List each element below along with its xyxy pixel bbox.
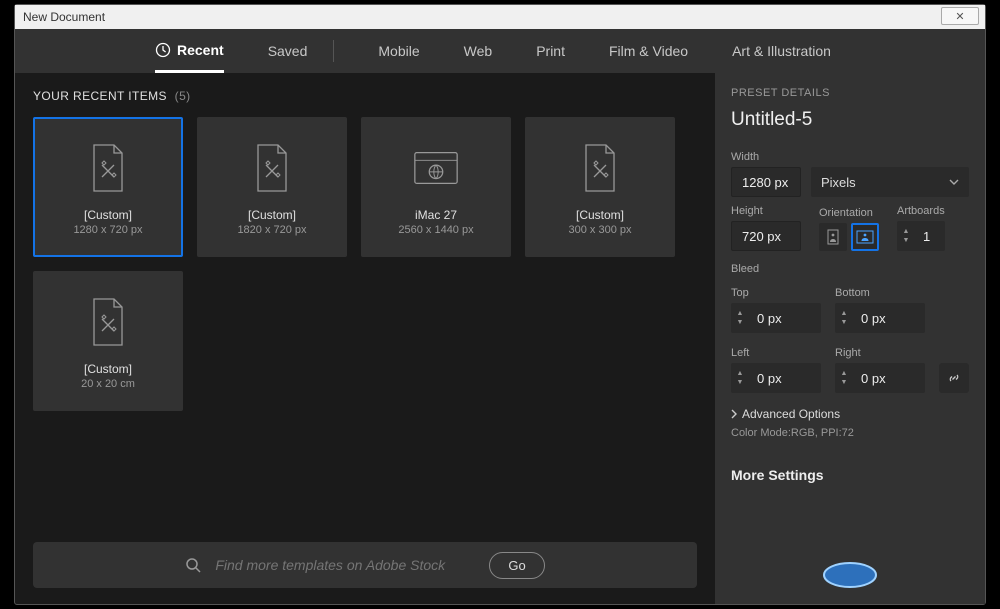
preset-custom-icon <box>575 138 625 198</box>
stock-search-bar: Go <box>33 542 697 588</box>
artboards-label: Artboards <box>897 205 945 217</box>
new-document-dialog: New Document ✕ Recent Saved Mobile Web P… <box>14 4 986 605</box>
preset-card-label: iMac 27 <box>415 208 457 222</box>
link-bleed-button[interactable] <box>939 363 969 393</box>
chevron-right-icon <box>731 409 738 419</box>
orientation-label: Orientation <box>819 207 879 219</box>
stock-search-input[interactable] <box>215 557 475 573</box>
stepper-arrows-icon: ▲▼ <box>731 308 749 328</box>
bleed-bottom-value: 0 px <box>853 311 894 326</box>
orientation-portrait-button[interactable] <box>819 223 847 251</box>
preset-card[interactable]: [Custom] 1820 x 720 px <box>197 117 347 257</box>
preset-details-panel: PRESET DETAILS Untitled-5 Width 1280 px … <box>715 73 985 604</box>
bleed-right-value: 0 px <box>853 371 894 386</box>
bleed-label: Bleed <box>731 263 969 275</box>
bleed-top-label: Top <box>731 287 821 299</box>
height-input[interactable]: 720 px <box>731 221 801 251</box>
dialog-body: YOUR RECENT ITEMS (5) [Custom] 1280 x 720… <box>15 73 985 604</box>
bleed-bottom-label: Bottom <box>835 287 925 299</box>
window-title: New Document <box>23 10 105 24</box>
landscape-icon <box>856 230 874 244</box>
preset-custom-icon <box>83 292 133 352</box>
preset-card[interactable]: [Custom] 1280 x 720 px <box>33 117 183 257</box>
tab-art-illustration[interactable]: Art & Illustration <box>732 29 831 73</box>
tab-separator <box>333 40 334 62</box>
tab-recent[interactable]: Recent <box>155 29 224 73</box>
bleed-left-value: 0 px <box>749 371 790 386</box>
chevron-down-icon <box>949 179 959 185</box>
preset-grid: [Custom] 1280 x 720 px [Custom] 1820 x 720 … <box>33 117 697 411</box>
preset-details-heading: PRESET DETAILS <box>731 87 969 99</box>
artboards-value: 1 <box>915 229 938 244</box>
tab-mobile-label: Mobile <box>378 43 419 59</box>
tab-print-label: Print <box>536 43 565 59</box>
preset-card-label: [Custom] <box>248 208 296 222</box>
tab-art-label: Art & Illustration <box>732 43 831 59</box>
portrait-icon <box>827 229 839 245</box>
tab-recent-label: Recent <box>177 42 224 58</box>
more-settings-link[interactable]: More Settings <box>731 467 969 483</box>
stepper-arrows-icon: ▲▼ <box>835 368 853 388</box>
tab-film-label: Film & Video <box>609 43 688 59</box>
create-button-graphic <box>822 560 878 590</box>
height-label: Height <box>731 205 801 217</box>
tab-film-video[interactable]: Film & Video <box>609 29 688 73</box>
stepper-arrows-icon: ▲▼ <box>897 226 915 246</box>
units-value: Pixels <box>821 175 856 190</box>
titlebar: New Document ✕ <box>15 5 985 29</box>
stepper-arrows-icon: ▲▼ <box>835 308 853 328</box>
width-input[interactable]: 1280 px <box>731 167 801 197</box>
preset-card-label: [Custom] <box>576 208 624 222</box>
tab-web[interactable]: Web <box>464 29 493 73</box>
tab-saved[interactable]: Saved <box>268 29 335 73</box>
recent-heading: YOUR RECENT ITEMS (5) <box>33 89 697 103</box>
category-tabs: Recent Saved Mobile Web Print Film & Vid… <box>15 29 985 73</box>
preset-card[interactable]: iMac 27 2560 x 1440 px <box>361 117 511 257</box>
preset-card-dimensions: 2560 x 1440 px <box>398 224 473 236</box>
tab-mobile[interactable]: Mobile <box>378 29 419 73</box>
preset-custom-icon <box>83 138 133 198</box>
tab-saved-label: Saved <box>268 43 308 59</box>
preset-card-label: [Custom] <box>84 208 132 222</box>
bleed-right-label: Right <box>835 347 925 359</box>
advanced-options-toggle[interactable]: Advanced Options <box>731 407 969 421</box>
artboards-stepper[interactable]: ▲▼ 1 <box>897 221 945 251</box>
preset-web-icon <box>411 138 461 198</box>
orientation-group <box>819 223 879 251</box>
recent-icon <box>155 42 171 58</box>
window-close-button[interactable]: ✕ <box>941 7 979 25</box>
preset-card-label: [Custom] <box>84 362 132 376</box>
bleed-left-stepper[interactable]: ▲▼0 px <box>731 363 821 393</box>
preset-card-dimensions: 300 x 300 px <box>569 224 632 236</box>
orientation-landscape-button[interactable] <box>851 223 879 251</box>
bleed-right-stepper[interactable]: ▲▼0 px <box>835 363 925 393</box>
preset-card-dimensions: 20 x 20 cm <box>81 378 135 390</box>
link-icon <box>947 371 961 385</box>
document-name[interactable]: Untitled-5 <box>731 109 969 131</box>
preset-card[interactable]: [Custom] 300 x 300 px <box>525 117 675 257</box>
preset-card[interactable]: [Custom] 20 x 20 cm <box>33 271 183 411</box>
advanced-options-label: Advanced Options <box>742 407 840 421</box>
recent-heading-text: YOUR RECENT ITEMS <box>33 89 167 103</box>
go-button[interactable]: Go <box>489 552 544 579</box>
tab-print[interactable]: Print <box>536 29 565 73</box>
create-button[interactable] <box>822 560 878 590</box>
bleed-bottom-stepper[interactable]: ▲▼0 px <box>835 303 925 333</box>
color-mode-summary: Color Mode:RGB, PPI:72 <box>731 427 969 439</box>
bleed-top-value: 0 px <box>749 311 790 326</box>
stepper-arrows-icon: ▲▼ <box>731 368 749 388</box>
width-label: Width <box>731 151 969 163</box>
close-icon: ✕ <box>955 10 964 23</box>
preset-custom-icon <box>247 138 297 198</box>
presets-panel: YOUR RECENT ITEMS (5) [Custom] 1280 x 720… <box>15 73 715 604</box>
units-select[interactable]: Pixels <box>811 167 969 197</box>
preset-card-dimensions: 1820 x 720 px <box>237 224 306 236</box>
search-icon <box>185 557 201 573</box>
tab-web-label: Web <box>464 43 493 59</box>
bleed-left-label: Left <box>731 347 821 359</box>
recent-count: (5) <box>175 89 191 103</box>
preset-card-dimensions: 1280 x 720 px <box>73 224 142 236</box>
bleed-top-stepper[interactable]: ▲▼0 px <box>731 303 821 333</box>
